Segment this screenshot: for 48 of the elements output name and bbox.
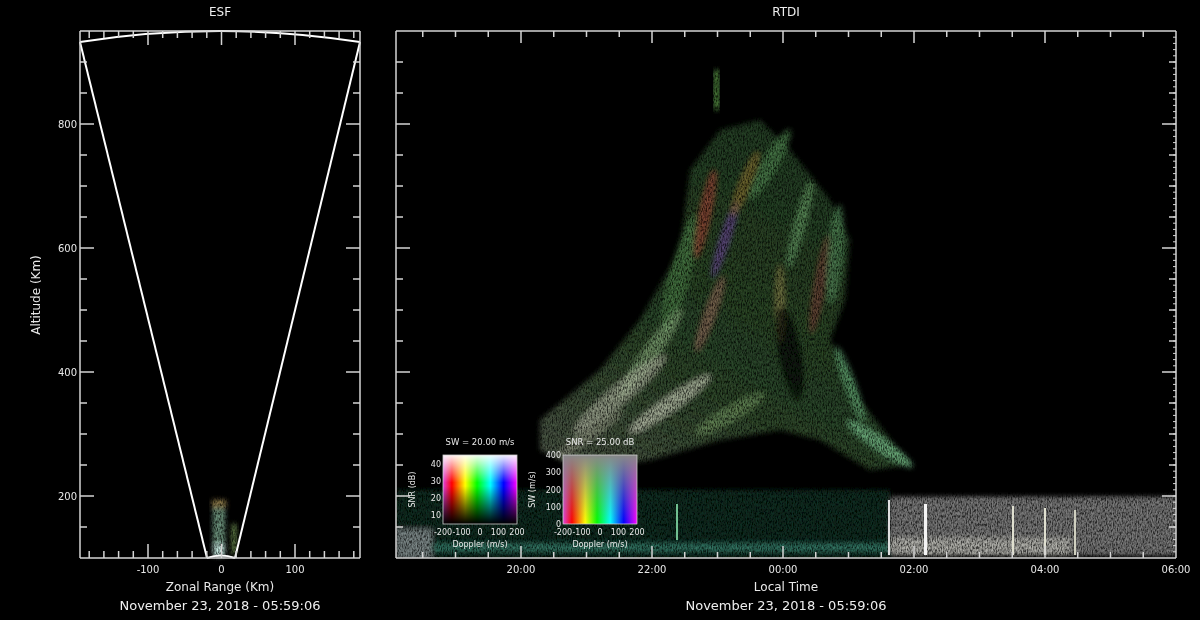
tick-label: 22:00: [637, 564, 667, 575]
tick-label: 400: [545, 451, 561, 460]
tick-label: -200: [433, 528, 453, 537]
axis-label: Altitude (Km): [29, 255, 43, 335]
echo-streak: [924, 504, 927, 555]
tick-label: 0: [555, 520, 561, 529]
tick-label: 100: [285, 564, 305, 575]
tick-label: 10: [430, 511, 441, 520]
tick-label: -200: [553, 528, 573, 537]
color-key-title: SW = 20.00 m/s: [445, 437, 515, 447]
echo-drawing: [212, 500, 236, 556]
tick-label: -100: [452, 528, 471, 537]
axis-label: Zonal Range (Km): [165, 580, 275, 594]
tick-label: 400: [57, 366, 77, 378]
tick-label: 20:00: [506, 564, 536, 575]
chart-title: RTDI: [772, 5, 800, 19]
tick-label: -100: [136, 564, 160, 575]
tick-label: 200: [629, 528, 645, 537]
tick-label: 0: [477, 528, 483, 537]
tick-label: 300: [545, 468, 561, 478]
axis-label: Doppler (m/s): [452, 540, 508, 549]
timestamp: November 23, 2018 - 05:59:06: [685, 598, 887, 614]
tick-label: 0: [218, 564, 225, 575]
tick-label: 100: [490, 528, 507, 537]
tick-label: 20: [430, 494, 441, 503]
tick-label: 06:00: [1161, 564, 1191, 575]
tick-label: 100: [545, 502, 561, 512]
axis-label: SW (m/s): [528, 471, 537, 508]
axis-label: Local Time: [753, 580, 819, 594]
tick-label: 200: [509, 528, 525, 537]
tick-label: -100: [572, 528, 591, 537]
tick-label: 100: [610, 528, 627, 537]
tick-label: 0: [597, 528, 603, 537]
tick-label: 200: [545, 485, 561, 495]
tick-label: 600: [57, 242, 77, 254]
color-key-title: SNR = 25.00 dB: [565, 437, 635, 447]
tick-label: 30: [430, 477, 441, 486]
tick-label: 00:00: [768, 564, 798, 575]
axis-label: Doppler (m/s): [572, 540, 628, 549]
tick-label: 200: [57, 490, 77, 502]
tick-label: 800: [57, 118, 77, 130]
chart-title: ESF: [208, 5, 232, 19]
tick-label: 04:00: [1030, 564, 1060, 575]
axis-label: SNR (dB): [408, 471, 417, 508]
tick-label: 40: [430, 460, 441, 469]
tick-label: 02:00: [899, 564, 929, 575]
echo-wisp: [714, 70, 719, 110]
timestamp: November 23, 2018 - 05:59:06: [119, 598, 321, 614]
